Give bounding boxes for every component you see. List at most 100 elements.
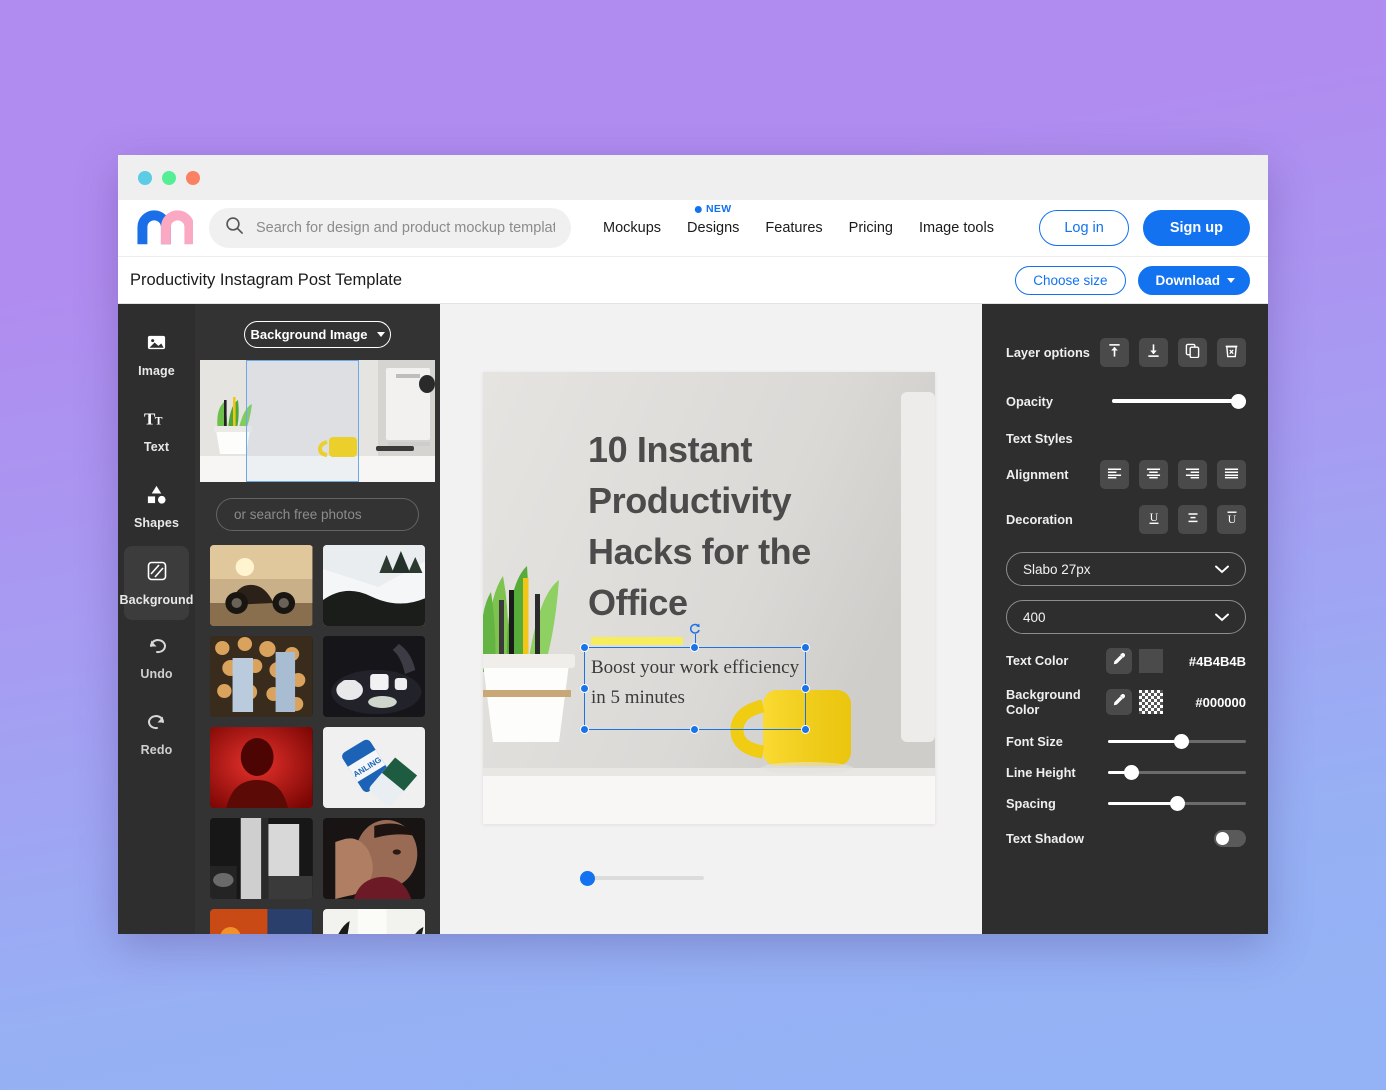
close-button-dot[interactable] — [138, 170, 152, 185]
download-button[interactable]: Download — [1137, 265, 1250, 295]
overline-icon: U — [1225, 510, 1239, 530]
resize-handle-ne[interactable] — [801, 643, 810, 652]
zoom-slider-knob[interactable] — [580, 870, 595, 886]
signup-button[interactable]: Sign up — [1142, 210, 1250, 246]
slider-knob[interactable] — [1123, 765, 1139, 781]
minimize-button-dot[interactable] — [162, 170, 176, 185]
rail-item-background[interactable]: Background — [120, 546, 193, 620]
svg-text:U: U — [1227, 512, 1236, 525]
thumbnail-tea-set[interactable] — [322, 636, 425, 717]
underline-button[interactable]: U — [1139, 505, 1168, 534]
nav-item-features[interactable]: Features — [765, 220, 822, 236]
underline-icon: U — [1147, 510, 1161, 530]
text-shadow-row: Text Shadow — [1006, 829, 1246, 847]
canvas-area: 10 Instant Productivity Hacks for the Of… — [440, 304, 982, 934]
thumbnail-man-face-hand[interactable] — [322, 818, 425, 899]
background-color-label: Background Color — [1006, 687, 1081, 718]
bring-to-front-button[interactable] — [1100, 338, 1129, 367]
align-left-button[interactable] — [1100, 460, 1129, 489]
window-titlebar — [118, 155, 1268, 200]
undo-icon — [146, 637, 168, 661]
background-type-dropdown[interactable]: Background Image — [244, 321, 391, 348]
background-preview-thumbnail[interactable] — [200, 360, 435, 482]
global-search-box[interactable] — [209, 208, 571, 248]
crop-selection-frame[interactable] — [246, 360, 359, 482]
font-weight-select[interactable]: 400 — [1006, 600, 1246, 634]
nav-item-pricing[interactable]: Pricing — [849, 220, 893, 236]
align-justify-button[interactable] — [1217, 460, 1246, 489]
app-window: Mockups NEW Designs Features Pricing Ima… — [118, 155, 1268, 934]
rail-item-redo[interactable]: Redo — [124, 698, 189, 772]
delete-layer-button[interactable] — [1217, 338, 1246, 367]
opacity-slider[interactable] — [1112, 393, 1246, 409]
background-color-row: Background Color #000000 — [1006, 687, 1246, 718]
font-family-value: Slabo 27px — [1023, 561, 1091, 577]
nav-item-designs[interactable]: NEW Designs — [687, 203, 739, 236]
text-icon: T T — [144, 409, 169, 434]
duplicate-layer-button[interactable] — [1178, 338, 1207, 367]
thumbnail-motorcycle-sunset[interactable] — [210, 545, 313, 626]
rail-label: Shapes — [133, 516, 180, 530]
line-height-slider[interactable] — [1108, 765, 1246, 781]
thumbnail-red-portrait[interactable] — [210, 727, 313, 808]
photo-search-input[interactable] — [234, 507, 401, 522]
thumbnail-soda-cans[interactable]: ANLING — [322, 727, 425, 808]
text-shadow-toggle[interactable] — [1214, 829, 1246, 847]
thumbnail-firewood-couple[interactable] — [210, 636, 313, 717]
font-size-label: Font Size — [1006, 734, 1063, 750]
background-color-eyedropper-button[interactable] — [1106, 689, 1132, 716]
align-right-button[interactable] — [1178, 460, 1207, 489]
image-icon — [146, 332, 167, 358]
rail-item-image[interactable]: Image — [124, 318, 189, 392]
top-navigation-bar: Mockups NEW Designs Features Pricing Ima… — [118, 200, 1268, 257]
rail-item-undo[interactable]: Undo — [124, 622, 189, 696]
design-canvas[interactable]: 10 Instant Productivity Hacks for the Of… — [483, 372, 935, 824]
resize-handle-nw[interactable] — [580, 643, 589, 652]
thumbnail-fire-sky[interactable] — [210, 909, 313, 934]
thumbnail-white-plants[interactable] — [322, 909, 425, 934]
background-color-swatch[interactable] — [1139, 690, 1163, 715]
svg-text:T: T — [155, 414, 163, 427]
photo-search-box[interactable] — [216, 498, 419, 531]
rotate-handle-icon[interactable] — [689, 622, 702, 635]
design-headline[interactable]: 10 Instant Productivity Hacks for the Of… — [588, 424, 848, 628]
thumbnail-snow-landscape[interactable] — [322, 545, 425, 626]
search-input[interactable] — [256, 220, 555, 236]
accent-underline-bar[interactable] — [591, 637, 683, 645]
canvas-zoom-slider[interactable] — [580, 868, 704, 888]
resize-handle-n[interactable] — [690, 643, 699, 652]
font-size-slider[interactable] — [1108, 734, 1246, 750]
resize-handle-se[interactable] — [801, 725, 810, 734]
slider-knob[interactable] — [1231, 393, 1246, 409]
nav-item-mockups[interactable]: Mockups — [603, 220, 661, 236]
resize-handle-w[interactable] — [580, 683, 589, 693]
brand-logo-icon[interactable] — [135, 207, 195, 249]
text-color-eyedropper-button[interactable] — [1106, 648, 1132, 674]
text-selection-box[interactable] — [580, 623, 810, 734]
font-weight-value: 400 — [1023, 609, 1046, 625]
spacing-slider[interactable] — [1108, 796, 1246, 812]
align-center-button[interactable] — [1139, 460, 1168, 489]
choose-size-button[interactable]: Choose size — [1015, 265, 1126, 295]
font-family-select[interactable]: Slabo 27px — [1006, 552, 1246, 586]
rail-item-text[interactable]: T T Text — [124, 394, 189, 468]
text-color-swatch[interactable] — [1139, 649, 1163, 673]
nav-item-image-tools[interactable]: Image tools — [919, 220, 994, 236]
line-height-label: Line Height — [1006, 765, 1076, 781]
resize-handle-sw[interactable] — [580, 725, 589, 734]
rail-item-shapes[interactable]: Shapes — [124, 470, 189, 544]
slider-fill — [1108, 801, 1177, 806]
rail-label: Text — [143, 439, 170, 454]
resize-handle-s[interactable] — [690, 725, 699, 734]
maximize-button-dot[interactable] — [186, 170, 200, 185]
login-button[interactable]: Log in — [1039, 210, 1129, 246]
properties-panel: Layer options Opacity Text Styles Alignm… — [982, 304, 1268, 934]
slider-knob[interactable] — [1170, 796, 1185, 812]
slider-knob[interactable] — [1174, 734, 1190, 750]
strikethrough-button[interactable] — [1178, 505, 1207, 534]
resize-handle-e[interactable] — [801, 683, 810, 693]
send-to-back-button[interactable] — [1139, 338, 1168, 367]
thumbnail-dark-interior[interactable] — [210, 818, 313, 899]
svg-text:U: U — [1149, 510, 1158, 524]
overline-button[interactable]: U — [1217, 505, 1246, 534]
